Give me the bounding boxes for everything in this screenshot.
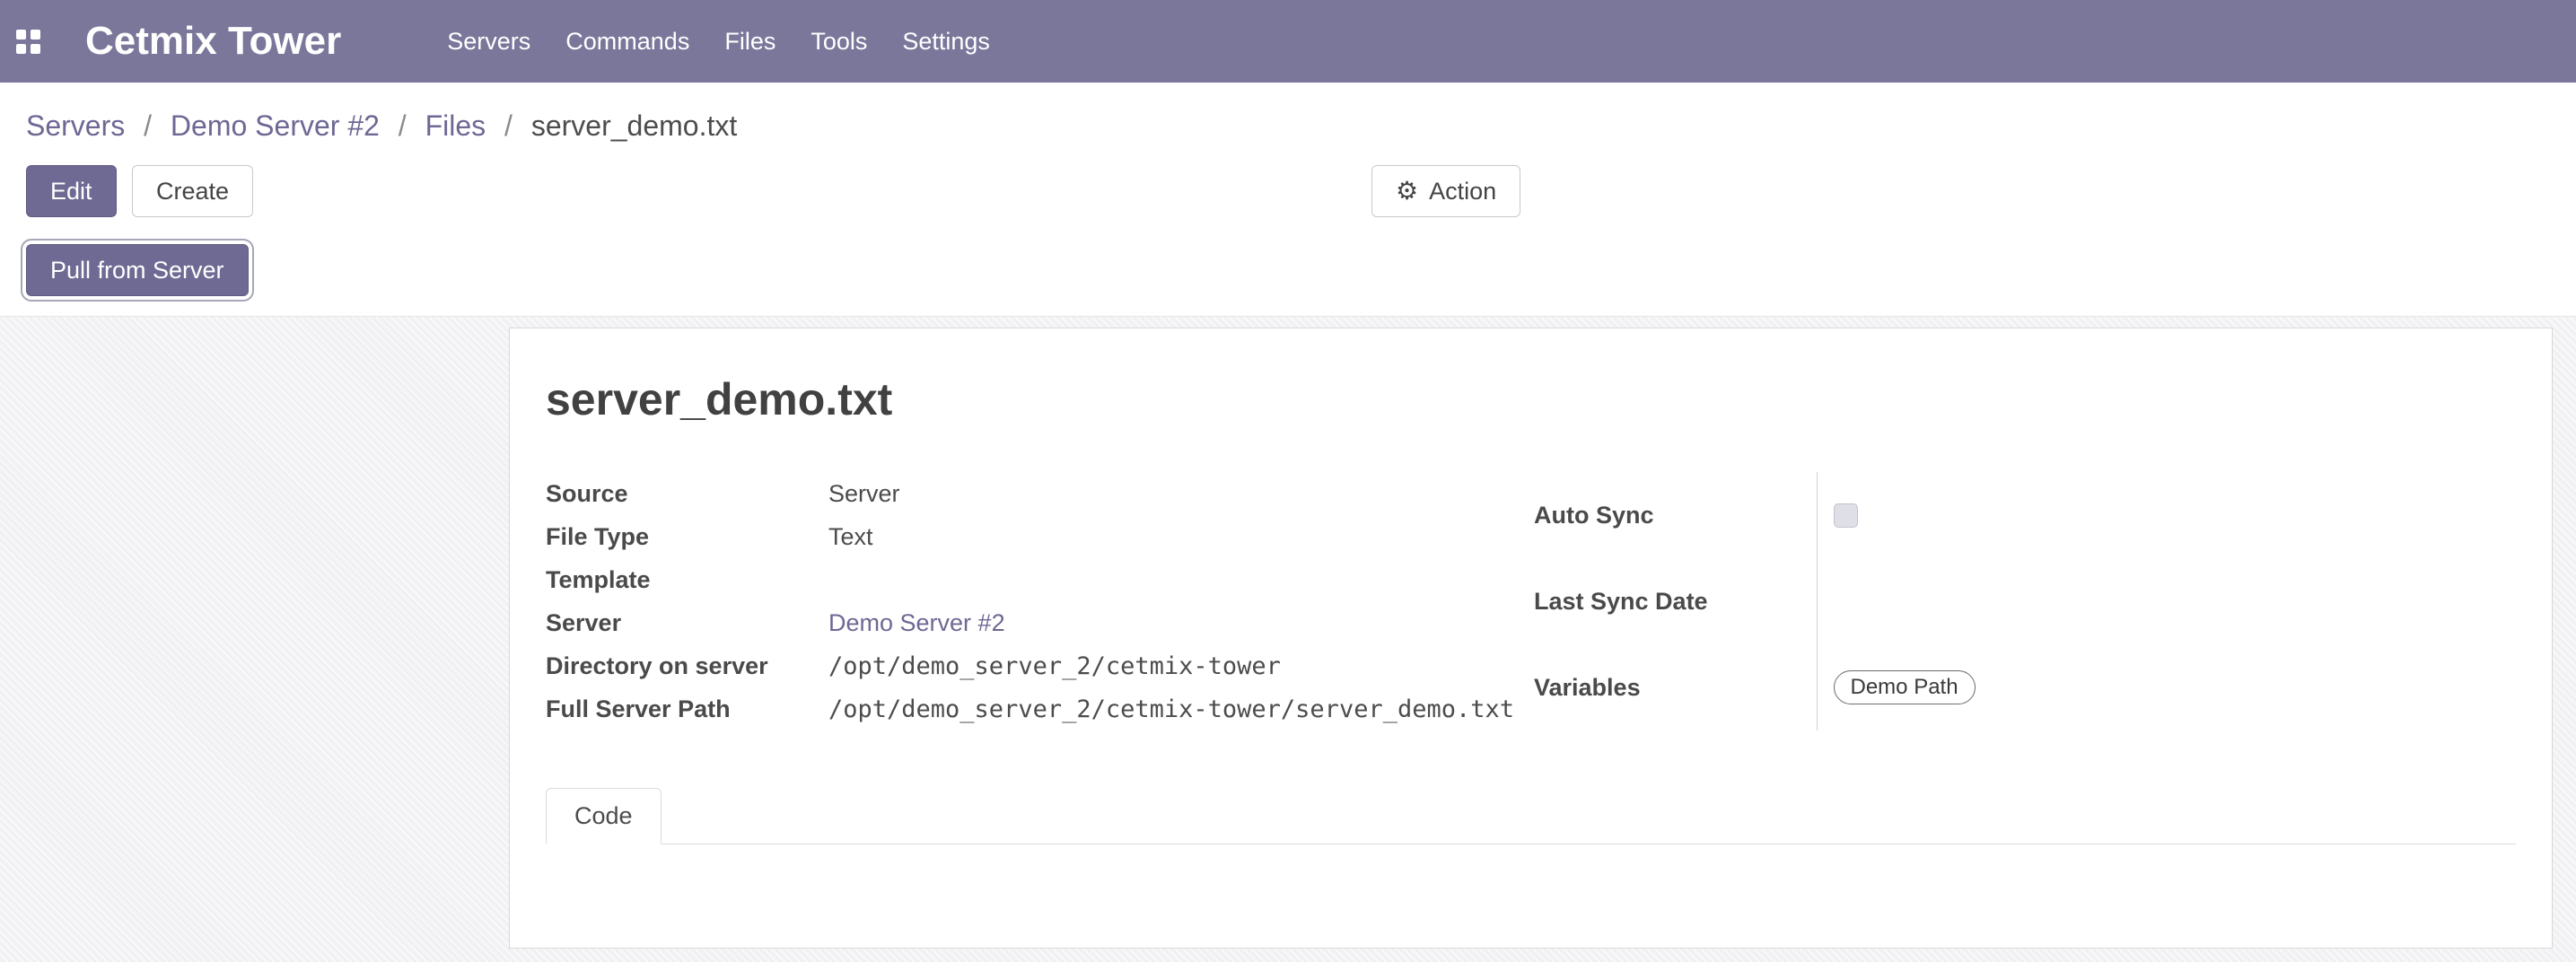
field-value-full-path: /opt/demo_server_2/cetmix-tower/server_d… — [828, 687, 1534, 730]
tab-code[interactable]: Code — [546, 788, 662, 844]
action-dropdown-button[interactable]: ⚙ Action — [1371, 165, 1520, 217]
form-title: server_demo.txt — [546, 373, 2516, 425]
statusbar: Pull from Server — [26, 244, 2553, 296]
code-tab-content — [546, 844, 2516, 949]
field-row-source: Source Server — [546, 472, 1534, 515]
action-button-row: Edit Create ⚙ Action — [26, 165, 2553, 217]
field-row-file-type: File Type Text — [546, 515, 1534, 558]
field-groups: Source Server File Type Text Template Se… — [546, 472, 2516, 730]
main-menu: Servers Commands Files Tools Settings — [447, 28, 990, 56]
field-value-directory: /opt/demo_server_2/cetmix-tower — [828, 644, 1534, 687]
field-label-template: Template — [546, 558, 828, 601]
field-value-template — [828, 558, 1534, 601]
field-label-full-path: Full Server Path — [546, 687, 828, 730]
control-panel: Servers / Demo Server #2 / Files / serve… — [0, 83, 2576, 317]
nav-menu-settings[interactable]: Settings — [902, 28, 990, 56]
breadcrumb: Servers / Demo Server #2 / Files / serve… — [26, 106, 2553, 145]
right-field-group: Auto Sync Last Sync Date Variables Demo … — [1534, 472, 2516, 730]
nav-menu-commands[interactable]: Commands — [565, 28, 689, 56]
breadcrumb-separator: / — [504, 109, 513, 142]
field-row-variables: Variables Demo Path — [1534, 644, 2516, 730]
field-label-server: Server — [546, 601, 828, 644]
left-field-group: Source Server File Type Text Template Se… — [546, 472, 1534, 730]
auto-sync-checkbox[interactable] — [1834, 503, 1858, 528]
edit-button[interactable]: Edit — [26, 165, 117, 217]
server-link[interactable]: Demo Server #2 — [828, 609, 1005, 636]
breadcrumb-separator: / — [144, 109, 152, 142]
field-value-last-sync-date — [1817, 558, 2516, 644]
field-label-source: Source — [546, 472, 828, 515]
action-button-label: Action — [1429, 178, 1496, 206]
field-row-template: Template — [546, 558, 1534, 601]
field-row-last-sync-date: Last Sync Date — [1534, 558, 2516, 644]
breadcrumb-current: server_demo.txt — [531, 109, 737, 142]
apps-grid-icon[interactable] — [16, 30, 40, 54]
nav-menu-files[interactable]: Files — [724, 28, 775, 56]
breadcrumb-demo-server[interactable]: Demo Server #2 — [171, 109, 380, 142]
field-label-file-type: File Type — [546, 515, 828, 558]
field-label-auto-sync: Auto Sync — [1534, 472, 1817, 558]
field-label-last-sync-date: Last Sync Date — [1534, 558, 1817, 644]
breadcrumb-files[interactable]: Files — [425, 109, 486, 142]
field-label-variables: Variables — [1534, 644, 1817, 730]
nav-menu-tools[interactable]: Tools — [810, 28, 867, 56]
field-value-source: Server — [828, 472, 1534, 515]
field-row-server: Server Demo Server #2 — [546, 601, 1534, 644]
create-button[interactable]: Create — [132, 165, 253, 217]
content-area: server_demo.txt Source Server File Type … — [0, 317, 2576, 962]
breadcrumb-separator: / — [399, 109, 407, 142]
pull-from-server-button[interactable]: Pull from Server — [26, 244, 249, 296]
top-navbar: Cetmix Tower Servers Commands Files Tool… — [0, 0, 2576, 83]
field-row-full-path: Full Server Path /opt/demo_server_2/cetm… — [546, 687, 1534, 730]
field-row-directory: Directory on server /opt/demo_server_2/c… — [546, 644, 1534, 687]
field-label-directory: Directory on server — [546, 644, 828, 687]
nav-menu-servers[interactable]: Servers — [447, 28, 530, 56]
form-sheet: server_demo.txt Source Server File Type … — [509, 328, 2553, 949]
gear-icon: ⚙ — [1396, 179, 1418, 204]
notebook-tabs: Code — [546, 788, 2516, 844]
variable-tag-demo-path: Demo Path — [1834, 670, 1976, 704]
breadcrumb-servers[interactable]: Servers — [26, 109, 125, 142]
field-row-auto-sync: Auto Sync — [1534, 472, 2516, 558]
brand-title[interactable]: Cetmix Tower — [85, 19, 341, 64]
field-value-file-type: Text — [828, 515, 1534, 558]
